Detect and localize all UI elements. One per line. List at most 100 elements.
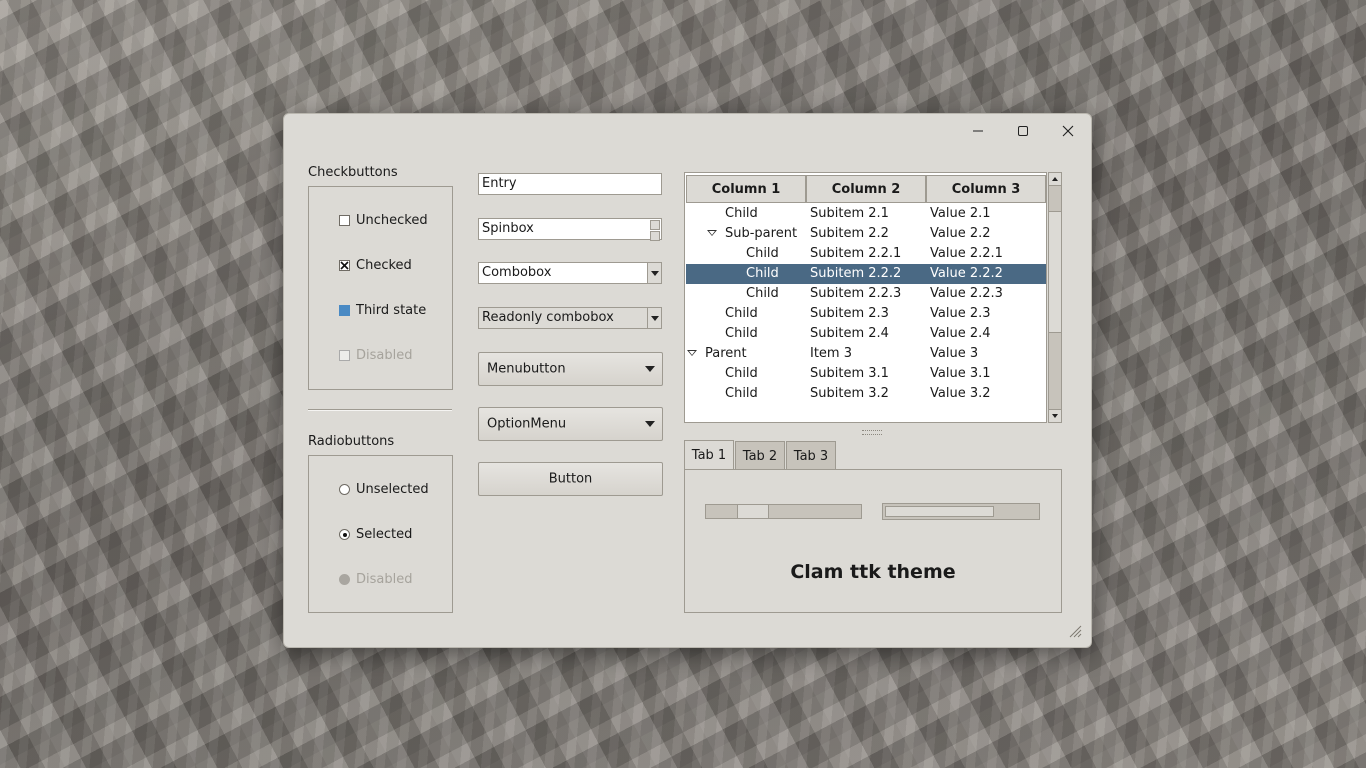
tree-row[interactable]: Child Subitem 2.2.2 Value 2.2.2 [686,264,1046,284]
radio-icon [339,484,350,495]
chevron-down-icon [650,270,659,276]
menu-arrow-icon [645,421,655,427]
combobox-dropdown-button[interactable] [647,263,661,283]
checkbuttons-title: Checkbuttons [308,165,398,180]
checkbutton-third-state[interactable]: Third state [339,303,426,318]
progress-fill [885,506,994,517]
scale-thumb[interactable] [737,505,769,518]
tree-cell-2: Item 3 [810,346,852,361]
combobox-value: Combobox [482,265,552,280]
radiobuttons-title: Radiobuttons [308,434,395,449]
checkbutton-label: Checked [356,258,412,273]
tree-cell-2: Subitem 2.2 [810,226,889,241]
tree-cell-1: Child [746,266,779,281]
tree-cell-1: Parent [705,346,747,361]
readonly-combobox[interactable]: Readonly combobox [478,307,662,329]
tree-cell-3: Value 2.2.1 [930,246,1003,261]
radiobuttons-frame: Unselected Selected Disabled [308,455,453,613]
radiobutton-disabled: Disabled [339,572,412,587]
expand-triangle-icon[interactable] [707,230,717,236]
tree-row[interactable]: Child Subitem 3.1 Value 3.1 [686,364,1046,384]
scroll-up-icon[interactable] [1049,173,1061,186]
radiobutton-label: Unselected [356,482,429,497]
chevron-down-icon [650,315,659,321]
close-button[interactable] [1046,118,1090,144]
tab-1[interactable]: Tab 1 [684,440,734,470]
tree-cell-3: Value 3 [930,346,979,361]
tree-row[interactable]: Child Subitem 2.2.3 Value 2.2.3 [686,284,1046,304]
separator [308,409,452,411]
optionmenu[interactable]: OptionMenu [478,407,663,441]
menubutton-label: Menubutton [487,361,566,377]
tree-cell-3: Value 2.1 [930,206,991,221]
tree-cell-1: Child [725,206,758,221]
progressbar [882,503,1040,520]
notebook-panel [684,469,1062,613]
column-header-3[interactable]: Column 3 [926,175,1046,203]
checkbuttons-frame: Unchecked Checked Third state Disabled [308,186,453,390]
tree-row[interactable]: Child Subitem 2.3 Value 2.3 [686,304,1046,324]
tree-cell-3: Value 3.1 [930,366,991,381]
spinbox-value: Spinbox [482,221,534,236]
scroll-down-icon[interactable] [1049,409,1061,422]
button[interactable]: Button [478,462,663,496]
pane-sash-grip[interactable] [862,430,882,435]
button-label: Button [548,471,593,487]
tree-row[interactable]: Child Subitem 3.2 Value 3.2 [686,384,1046,404]
tree-cell-3: Value 2.2 [930,226,991,241]
radiobutton-label: Selected [356,527,413,542]
tree-cell-2: Subitem 2.1 [810,206,889,221]
tree-cell-1: Child [725,326,758,341]
tree-row[interactable]: Child Subitem 2.2.1 Value 2.2.1 [686,244,1046,264]
menubutton[interactable]: Menubutton [478,352,663,386]
tree-cell-2: Subitem 2.2.3 [810,286,902,301]
tree-cell-2: Subitem 2.2.2 [810,266,902,281]
resize-grip-icon[interactable] [1068,624,1082,638]
spin-down-icon[interactable] [650,231,660,241]
readonly-combobox-value: Readonly combobox [482,310,614,325]
tree-cell-1: Child [746,286,779,301]
tree-row[interactable]: Parent Item 3 Value 3 [686,344,1046,364]
maximize-button[interactable] [1001,118,1045,144]
radiobutton-selected[interactable]: Selected [339,527,412,542]
optionmenu-label: OptionMenu [487,416,567,432]
scrollbar-thumb[interactable] [1049,211,1061,333]
maximize-icon [1018,126,1028,136]
tree-cell-3: Value 2.4 [930,326,991,341]
entry-value: Entry [482,176,517,191]
minimize-button[interactable] [956,118,1000,144]
treeview[interactable]: Column 1 Column 2 Column 3 Child Subitem … [684,172,1047,423]
checkbutton-checked[interactable]: Checked [339,258,412,273]
horizontal-scale[interactable] [705,504,862,519]
combobox[interactable]: Combobox [478,262,662,284]
checkbutton-disabled: Disabled [339,348,412,363]
tab-3[interactable]: Tab 3 [786,441,836,470]
column-header-2[interactable]: Column 2 [806,175,926,203]
spinbox-arrows[interactable] [650,220,660,241]
radiobutton-unselected[interactable]: Unselected [339,482,429,497]
tree-cell-3: Value 2.2.3 [930,286,1003,301]
indeterminate-box-icon [339,305,350,316]
tree-row[interactable]: Child Subitem 2.4 Value 2.4 [686,324,1046,344]
tree-cell-2: Subitem 3.1 [810,366,889,381]
tree-cell-3: Value 2.2.2 [930,266,1003,281]
entry-field[interactable]: Entry [478,173,662,195]
tree-cell-1: Sub-parent [725,226,798,241]
radiobutton-label: Disabled [356,572,413,587]
checkbutton-unchecked[interactable]: Unchecked [339,213,428,228]
close-icon [1062,125,1074,137]
tree-row[interactable]: Sub-parent Subitem 2.2 Value 2.2 [686,224,1046,244]
expand-triangle-icon[interactable] [687,350,697,356]
checkbox-icon [339,215,350,226]
readonly-combobox-dropdown-button[interactable] [647,308,661,328]
tree-cell-2: Subitem 2.2.1 [810,246,902,261]
tree-cell-2: Subitem 2.3 [810,306,889,321]
spin-up-icon[interactable] [650,220,660,230]
tree-row[interactable]: Child Subitem 2.1 Value 2.1 [686,204,1046,224]
tree-vertical-scrollbar[interactable] [1048,172,1062,423]
column-header-1[interactable]: Column 1 [686,175,806,203]
tab-2[interactable]: Tab 2 [735,441,785,470]
minimize-icon [973,130,983,132]
spinbox[interactable]: Spinbox [478,218,662,241]
tree-cell-1: Child [725,386,758,401]
